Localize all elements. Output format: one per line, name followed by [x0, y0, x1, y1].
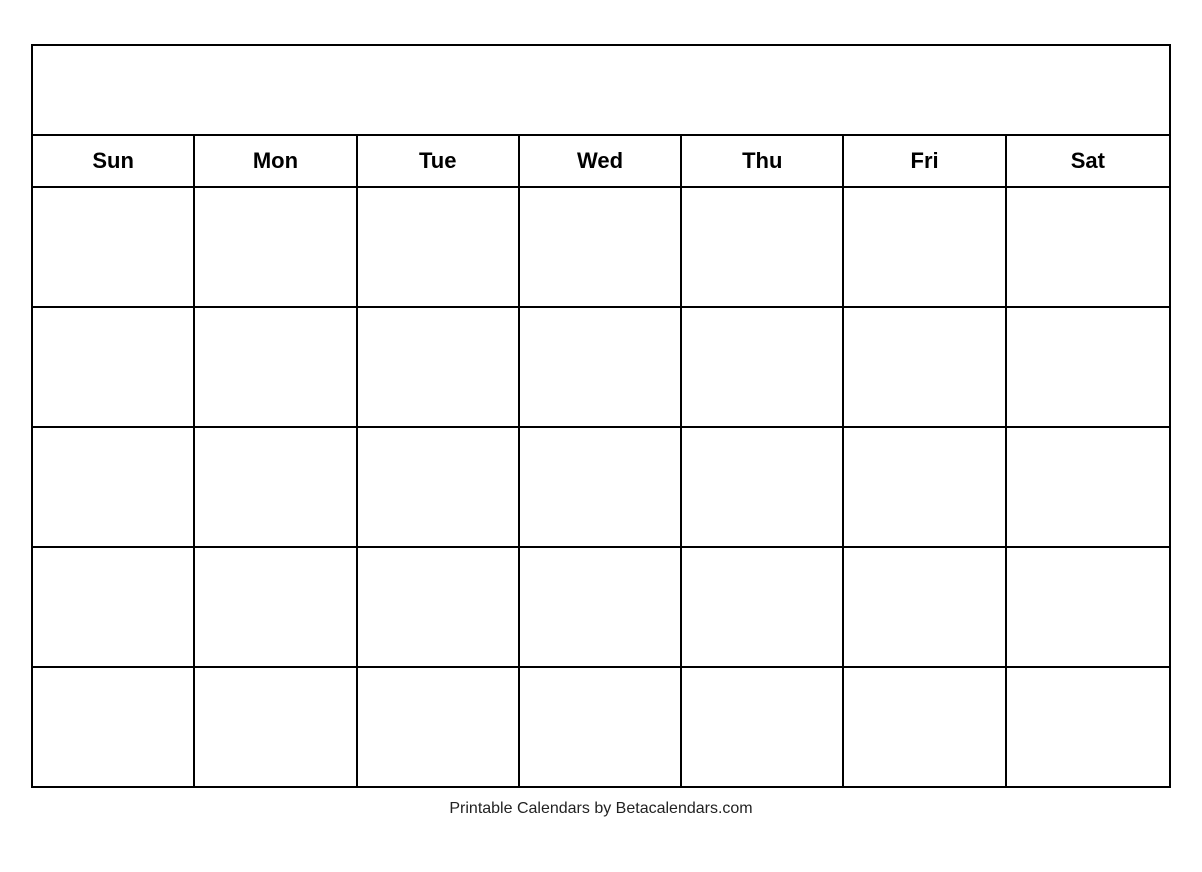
calendar-week-1: [33, 188, 1169, 308]
header-sat: Sat: [1007, 136, 1169, 186]
header-thu: Thu: [682, 136, 844, 186]
calendar-body: [33, 188, 1169, 786]
cell-3-5[interactable]: [682, 428, 844, 546]
cell-1-1[interactable]: [33, 188, 195, 306]
calendar-container: Sun Mon Tue Wed Thu Fri Sat: [31, 44, 1171, 788]
cell-5-6[interactable]: [844, 668, 1006, 786]
calendar-header: Sun Mon Tue Wed Thu Fri Sat: [33, 136, 1169, 188]
cell-3-7[interactable]: [1007, 428, 1169, 546]
cell-5-1[interactable]: [33, 668, 195, 786]
cell-4-6[interactable]: [844, 548, 1006, 666]
cell-5-4[interactable]: [520, 668, 682, 786]
cell-4-1[interactable]: [33, 548, 195, 666]
header-wed: Wed: [520, 136, 682, 186]
calendar-week-3: [33, 428, 1169, 548]
cell-2-4[interactable]: [520, 308, 682, 426]
calendar-week-4: [33, 548, 1169, 668]
cell-1-5[interactable]: [682, 188, 844, 306]
cell-4-4[interactable]: [520, 548, 682, 666]
calendar-week-5: [33, 668, 1169, 786]
cell-4-2[interactable]: [195, 548, 357, 666]
calendar-week-2: [33, 308, 1169, 428]
calendar-wrapper: Sun Mon Tue Wed Thu Fri Sat: [31, 34, 1171, 838]
cell-3-2[interactable]: [195, 428, 357, 546]
cell-4-3[interactable]: [358, 548, 520, 666]
header-tue: Tue: [358, 136, 520, 186]
header-fri: Fri: [844, 136, 1006, 186]
calendar-title-row: [33, 46, 1169, 136]
cell-5-7[interactable]: [1007, 668, 1169, 786]
header-mon: Mon: [195, 136, 357, 186]
cell-5-5[interactable]: [682, 668, 844, 786]
cell-1-2[interactable]: [195, 188, 357, 306]
cell-2-5[interactable]: [682, 308, 844, 426]
cell-3-6[interactable]: [844, 428, 1006, 546]
cell-4-7[interactable]: [1007, 548, 1169, 666]
cell-3-4[interactable]: [520, 428, 682, 546]
cell-1-6[interactable]: [844, 188, 1006, 306]
cell-3-3[interactable]: [358, 428, 520, 546]
cell-5-3[interactable]: [358, 668, 520, 786]
cell-2-7[interactable]: [1007, 308, 1169, 426]
cell-2-3[interactable]: [358, 308, 520, 426]
cell-2-6[interactable]: [844, 308, 1006, 426]
cell-4-5[interactable]: [682, 548, 844, 666]
cell-1-7[interactable]: [1007, 188, 1169, 306]
cell-1-4[interactable]: [520, 188, 682, 306]
calendar-footer: Printable Calendars by Betacalendars.com: [31, 800, 1171, 818]
cell-2-1[interactable]: [33, 308, 195, 426]
cell-3-1[interactable]: [33, 428, 195, 546]
cell-2-2[interactable]: [195, 308, 357, 426]
cell-1-3[interactable]: [358, 188, 520, 306]
header-sun: Sun: [33, 136, 195, 186]
cell-5-2[interactable]: [195, 668, 357, 786]
